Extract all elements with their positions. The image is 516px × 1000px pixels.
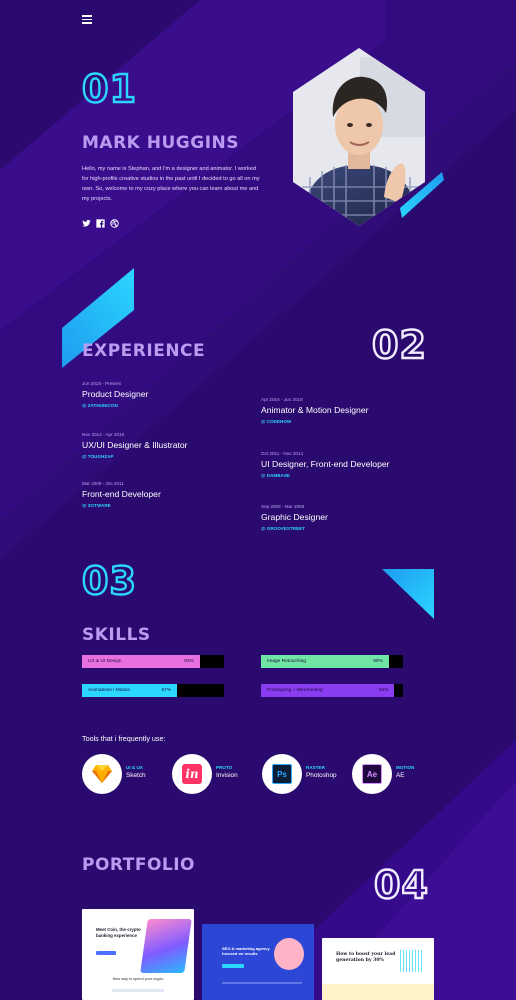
skill-bar-fill: Animations / Motion 67% [82, 684, 178, 697]
tools-title: Tools that i frequently use: [82, 734, 166, 743]
skill-bar-fill: Prototyping + Wireframing 94% [261, 684, 395, 697]
skill-bar-fill: UX & UI Design 83% [82, 655, 200, 668]
facebook-icon[interactable] [96, 219, 105, 228]
job-company[interactable]: @ ZOTWARE [82, 502, 161, 509]
tool-name: Photoshop [306, 772, 337, 779]
experience-item: Mar 2008 - Oct 2011 Front-end Developer … [82, 481, 161, 509]
skill-label: Image Retouching [267, 659, 306, 664]
experience-item: Jun 2018 - Present Product Designer @ ZA… [82, 381, 148, 409]
section-heading-experience: EXPERIENCE [82, 341, 206, 361]
portfolio-cta-button [222, 964, 244, 968]
skill-percent: 90% [373, 659, 383, 664]
job-title: Graphic Designer [261, 512, 328, 522]
portfolio-placeholder-line [112, 989, 164, 992]
experience-item: Oct 2011 - Nov 2014 UI Designer, Front-e… [261, 451, 390, 479]
job-company[interactable]: @ TOUGHZAP [82, 453, 188, 460]
job-company[interactable]: @ GROOVESTREET [261, 525, 328, 532]
portfolio-card-graphic [140, 919, 192, 973]
job-title: Animator & Motion Designer [261, 405, 369, 415]
tool-label: UI & UX Sketch [126, 765, 146, 781]
section-heading-portfolio: PORTFOLIO [82, 855, 196, 875]
tool-name: AE [396, 772, 405, 779]
job-title: Product Designer [82, 389, 149, 399]
portfolio-item-seo[interactable]: SEO & marketing agency focused on result… [202, 924, 314, 1000]
section-heading-skills: SKILLS [82, 625, 151, 645]
experience-item: Nov 2014 - Apr 2016 UX/UI Designer & Ill… [82, 432, 188, 460]
experience-item: Sep 2006 - Mar 2008 Graphic Designer @ G… [261, 504, 328, 532]
background-shapes [0, 0, 516, 1000]
job-company[interactable]: @ ZATHUNICON [82, 402, 148, 409]
tool-label: PROTO Invision [216, 765, 238, 781]
tool-name: Invision [216, 772, 238, 779]
tool-name: Sketch [126, 772, 146, 779]
job-dates: Sep 2006 - Mar 2008 [261, 504, 305, 509]
portfolio-card-footer [322, 984, 434, 1000]
job-dates: Oct 2011 - Nov 2014 [261, 451, 304, 456]
skill-bar: Animations / Motion 67% [82, 684, 224, 697]
job-company[interactable]: @ CODEHOW [261, 418, 368, 425]
tool-label: RASTER Photoshop [306, 765, 337, 781]
portfolio-cta-button [96, 951, 116, 955]
portfolio-item-coin[interactable]: Meet Coin, the crypto banking experience… [82, 909, 194, 1000]
invision-icon: in [172, 754, 212, 794]
photoshop-icon: Ps [262, 754, 302, 794]
skill-bar: UX & UI Design 83% [82, 655, 224, 668]
job-dates: Mar 2008 - Oct 2011 [82, 481, 124, 486]
cyan-accent-bar [400, 172, 444, 218]
after-effects-icon: Ae [352, 754, 392, 794]
portfolio-item-headline: Meet Coin, the crypto banking experience [96, 927, 141, 938]
profile-name: MARK HUGGINS [82, 133, 239, 153]
sketch-icon [82, 754, 122, 794]
twitter-icon[interactable] [82, 219, 91, 228]
cyan-triangle-shape [382, 569, 434, 619]
tool-label: MOTION AE [396, 765, 414, 781]
skill-percent: 67% [161, 688, 172, 693]
job-title: UX/UI Designer & Illustrator [82, 440, 188, 450]
skill-label: Prototyping + Wireframing [267, 688, 323, 693]
job-company[interactable]: @ DAMBASE [261, 472, 390, 479]
dribbble-icon[interactable] [110, 219, 119, 228]
skill-bar-fill: Image Retouching 90% [261, 655, 389, 668]
section-number-04: 04 [373, 863, 429, 907]
job-title: UI Designer, Front-end Developer [261, 459, 390, 469]
job-dates: Jun 2018 - Present [82, 381, 121, 386]
profile-bio: Hello, my name is Stephan, and I'm a des… [82, 166, 260, 202]
portfolio-card-graphic [274, 938, 304, 970]
skill-percent: 83% [184, 659, 194, 664]
experience-item: Apr 2016 - Jun 2018 Animator & Motion De… [261, 397, 368, 425]
skill-label: Animations / Motion [88, 688, 131, 693]
portfolio-item-headline: How to boost your lead generation by 30% [336, 952, 396, 963]
portfolio-item-headline: SEO & marketing agency focused on result… [222, 946, 270, 957]
skill-label: UX & UI Design [88, 659, 122, 664]
portfolio-item-leadgen[interactable]: How to boost your lead generation by 30% [322, 938, 434, 1000]
portfolio-item-caption: New way to spend your crypto [112, 977, 164, 981]
skill-percent: 94% [378, 688, 389, 693]
skill-bar: Prototyping + Wireframing 94% [261, 684, 403, 697]
section-number-03: 03 [81, 559, 137, 603]
portfolio-card-graphic [400, 950, 424, 972]
portfolio-placeholder-line [222, 982, 302, 984]
job-title: Front-end Developer [82, 489, 161, 499]
job-dates: Nov 2014 - Apr 2016 [82, 432, 125, 437]
section-number-01: 01 [81, 67, 137, 111]
job-dates: Apr 2016 - Jun 2018 [261, 397, 303, 402]
hamburger-menu-icon[interactable] [82, 15, 92, 24]
skill-bar: Image Retouching 90% [261, 655, 403, 668]
section-number-02: 02 [371, 323, 427, 367]
